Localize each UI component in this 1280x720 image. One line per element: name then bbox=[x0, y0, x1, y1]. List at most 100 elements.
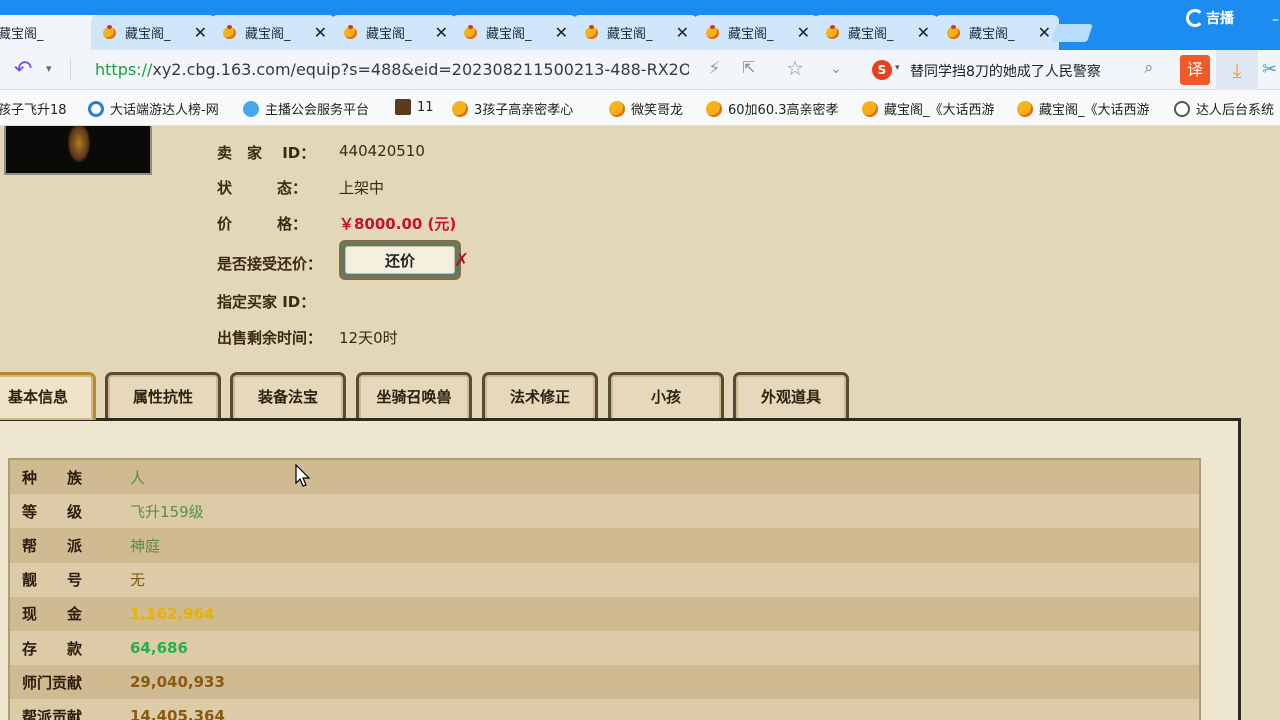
bookmark-label: 60加60.3高亲密孝 bbox=[728, 103, 839, 118]
c-icon bbox=[88, 100, 104, 117]
status-label: 状 态： bbox=[217, 179, 308, 197]
back-icon[interactable]: ↶ bbox=[14, 57, 32, 82]
row-value: 神庭 bbox=[130, 536, 161, 555]
table-row: 师门贡献 29,040,933 bbox=[10, 665, 1199, 700]
row-value: 无 bbox=[130, 571, 146, 590]
browser-logo: 吉播 bbox=[1186, 8, 1234, 28]
table-row: 种 族 人 bbox=[10, 460, 1199, 495]
row-key: 等 级 bbox=[22, 502, 83, 521]
tab-label: 外观道具 bbox=[760, 388, 821, 406]
new-tab-button[interactable] bbox=[1051, 24, 1093, 42]
close-icon[interactable]: ✕ bbox=[1038, 24, 1051, 41]
browser-tab[interactable]: 藏宝阁_ ✕ bbox=[935, 15, 1059, 50]
remaining-time-value: 12天0时 bbox=[339, 329, 398, 347]
browser-tab-title: 藏宝阁_ bbox=[125, 27, 171, 42]
star-icon[interactable]: ☆ bbox=[786, 56, 804, 80]
close-icon[interactable]: ✕ bbox=[194, 24, 207, 41]
browser-tab-title: 藏宝阁_ bbox=[607, 27, 653, 42]
table-row: 存 款 64,686 bbox=[10, 630, 1199, 666]
status-value: 上架中 bbox=[339, 179, 385, 197]
bargain-label: 是否接受还价： bbox=[217, 255, 323, 273]
browser-tab[interactable]: 藏宝阁_ ✕ bbox=[332, 15, 456, 50]
tab-appearance-items[interactable]: 外观道具 bbox=[733, 372, 849, 420]
mouse-cursor-icon bbox=[295, 464, 311, 487]
row-key: 师门贡献 bbox=[22, 673, 83, 692]
bookmark-item[interactable]: 微笑哥龙 bbox=[609, 99, 683, 118]
tab-label: 属性抗性 bbox=[132, 388, 193, 406]
table-row: 现 金 1,162,964 bbox=[10, 596, 1199, 631]
back-dropdown-icon[interactable]: ▾ bbox=[46, 62, 52, 75]
chick-icon bbox=[452, 100, 468, 117]
bookmark-item[interactable]: 藏宝阁_《大话西游 bbox=[862, 99, 995, 118]
translate-icon[interactable]: 译 bbox=[1180, 55, 1210, 85]
close-icon[interactable]: ✕ bbox=[555, 24, 568, 41]
close-icon[interactable]: ✕ bbox=[314, 24, 327, 41]
tab-spell-correction[interactable]: 法术修正 bbox=[482, 372, 598, 420]
url-field[interactable]: https://xy2.cbg.163.com/equip?s=488&eid=… bbox=[95, 60, 689, 79]
search-hint[interactable]: 替同学挡8刀的她成了人民警察 bbox=[910, 61, 1101, 81]
browser-tab-title: 藏宝阁_ bbox=[366, 27, 412, 42]
chevron-down-icon[interactable]: ⌄ bbox=[830, 61, 842, 77]
bookmark-item[interactable]: 60加60.3高亲密孝 bbox=[706, 99, 839, 118]
row-value: 飞升159级 bbox=[130, 502, 204, 521]
chick-icon bbox=[1017, 100, 1033, 117]
tab-equipment[interactable]: 装备法宝 bbox=[230, 372, 346, 420]
row-key: 存 款 bbox=[22, 639, 83, 658]
basic-info-table: 种 族 人 等 级 飞升159级 帮 派 神庭 靓 号 无 现 金 1,162,… bbox=[8, 458, 1201, 720]
bookmark-label: 微笑哥龙 bbox=[631, 103, 684, 118]
minimize-icon[interactable]: – bbox=[1272, 12, 1279, 28]
row-value: 29,040,933 bbox=[130, 673, 225, 692]
bookmark-label: 藏宝阁_《大话西游 bbox=[884, 103, 995, 118]
bargain-button-label: 还价 bbox=[345, 246, 455, 274]
row-key: 靓 号 bbox=[22, 571, 83, 590]
row-value: 14,405,364 bbox=[130, 707, 225, 720]
download-icon[interactable]: ⤓ bbox=[1216, 50, 1258, 90]
url-scheme: https:// bbox=[95, 60, 153, 79]
chick-icon bbox=[706, 100, 722, 117]
search-icon[interactable]: ⌕ bbox=[1144, 58, 1154, 78]
divider bbox=[70, 59, 71, 81]
cbg-favicon-icon bbox=[704, 24, 722, 41]
tab-mounts-pets[interactable]: 坐骑召唤兽 bbox=[356, 372, 472, 420]
bookmark-item[interactable]: 藏宝阁_《大话西游 bbox=[1017, 99, 1150, 118]
bargain-flag-icon: ✗ bbox=[454, 250, 470, 271]
tab-label: 法术修正 bbox=[509, 388, 570, 406]
browser-tab[interactable]: 藏宝阁_ ✕ bbox=[91, 15, 215, 50]
close-icon[interactable]: ✕ bbox=[676, 24, 689, 41]
remaining-time-label: 出售剩余时间： bbox=[217, 329, 323, 347]
close-icon[interactable]: ✕ bbox=[435, 24, 448, 41]
bookmark-item[interactable]: 达人后台系统 bbox=[1174, 99, 1274, 118]
browser-tab[interactable]: 藏宝阁_ ✕ bbox=[452, 15, 576, 50]
sogou-search-icon[interactable]: S bbox=[872, 60, 892, 80]
tab-basic-info[interactable]: 基本信息 bbox=[0, 372, 96, 420]
browser-tab[interactable]: 藏宝阁_ ✕ bbox=[211, 15, 335, 50]
bookmark-label: 大话端游达人榜-网 bbox=[110, 103, 219, 118]
address-bar: ↶ ▾ https://xy2.cbg.163.com/equip?s=488&… bbox=[0, 50, 1280, 90]
tab-attributes[interactable]: 属性抗性 bbox=[105, 372, 221, 420]
bargain-button[interactable]: 还价 bbox=[339, 240, 461, 280]
bookmark-item[interactable]: 孩子飞升18 bbox=[0, 99, 67, 118]
bookmark-item[interactable]: 3孩子高亲密孝心 bbox=[452, 99, 573, 118]
search-engine-dropdown-icon[interactable]: ▾ bbox=[895, 63, 900, 73]
browser-tab[interactable]: 藏宝阁_ ✕ bbox=[573, 15, 697, 50]
close-icon[interactable]: ✕ bbox=[917, 24, 930, 41]
cbg-favicon-icon bbox=[583, 24, 601, 41]
cbg-favicon-icon bbox=[101, 24, 119, 41]
tab-child[interactable]: 小孩 bbox=[608, 372, 724, 420]
bookmark-item[interactable]: 主播公会服务平台 bbox=[243, 99, 369, 118]
price-value: ￥8000.00 (元) bbox=[339, 215, 457, 233]
browser-tab-title: 藏宝阁_ bbox=[486, 27, 532, 42]
row-value: 1,162,964 bbox=[130, 604, 215, 623]
share-icon[interactable]: ⇱ bbox=[742, 58, 755, 77]
bookmark-item[interactable]: 大话端游达人榜-网 bbox=[88, 99, 219, 118]
table-row: 靓 号 无 bbox=[10, 562, 1199, 597]
browser-tab[interactable]: 藏宝阁_ ✕ bbox=[814, 15, 938, 50]
bookmark-item[interactable]: 11 bbox=[395, 99, 434, 115]
tab-label: 坐骑召唤兽 bbox=[376, 388, 452, 406]
table-row: 帮派贡献 14,405,364 bbox=[10, 699, 1199, 720]
logo-ring-icon bbox=[1186, 9, 1204, 27]
screenshot-icon[interactable]: ✂ bbox=[1262, 55, 1280, 85]
lightning-icon[interactable]: ⚡ bbox=[708, 58, 721, 79]
close-icon[interactable]: ✕ bbox=[797, 24, 810, 41]
browser-tab[interactable]: 藏宝阁_ ✕ bbox=[694, 15, 818, 50]
